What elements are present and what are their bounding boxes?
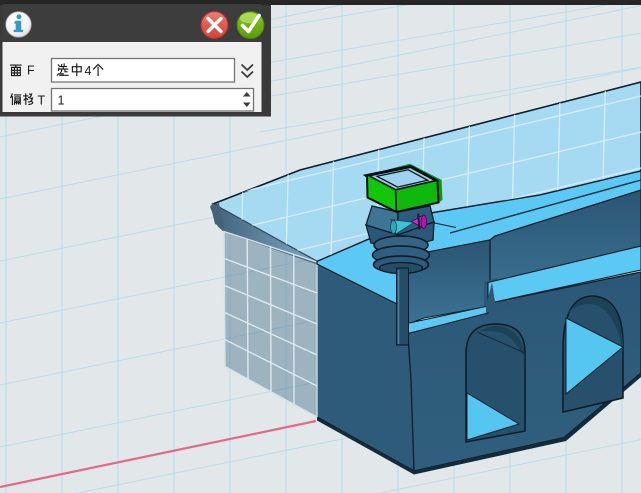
svg-text:4: 4 [85, 64, 92, 78]
svg-text:T: T [38, 94, 46, 108]
svg-text:F: F [27, 64, 35, 78]
svg-text:1: 1 [58, 94, 65, 108]
